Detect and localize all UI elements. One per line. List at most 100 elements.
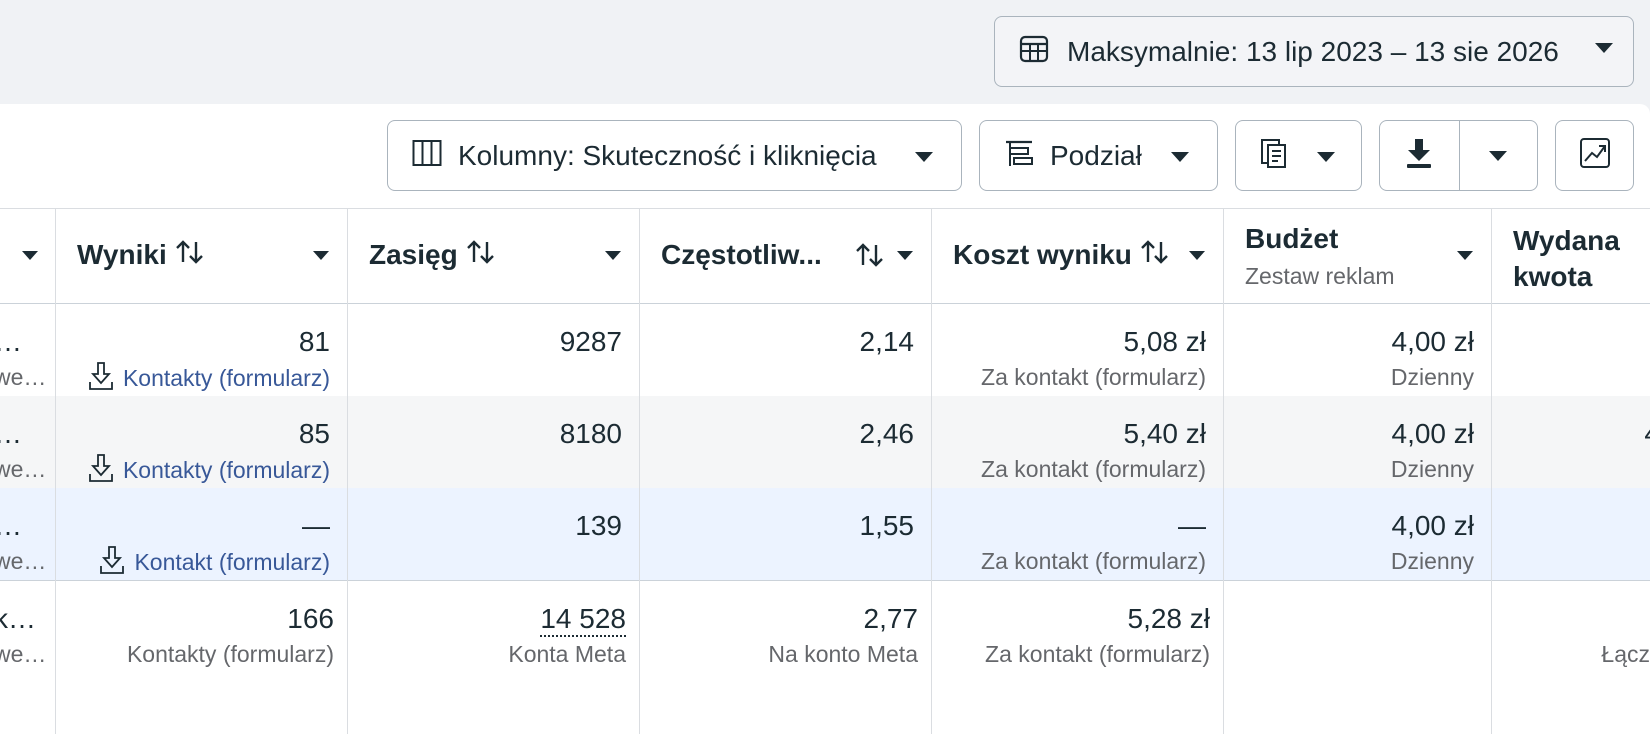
chevron-down-icon[interactable]: [1457, 251, 1473, 260]
table-row[interactable]: … we… 85 Kontakty (formularz) 8180 2,46 …: [0, 396, 1650, 488]
frequency-value: 2,14: [859, 326, 915, 357]
frequency-value: 2,46: [859, 418, 915, 449]
reach-value: 139: [575, 510, 622, 541]
breakdown-label: Podział: [1050, 139, 1142, 171]
export-button[interactable]: [1380, 121, 1459, 190]
chevron-down-icon[interactable]: [22, 251, 38, 260]
header-subtitle: Zestaw reklam: [1245, 263, 1395, 289]
chart-icon: [1579, 137, 1611, 174]
sort-icon[interactable]: [466, 239, 496, 272]
campaign-name[interactable]: …: [0, 326, 22, 358]
sort-icon[interactable]: [1140, 239, 1170, 272]
results-value: 85: [298, 418, 330, 449]
total-frequency-sub: Na konto Meta: [768, 641, 918, 667]
chevron-down-icon[interactable]: [313, 251, 329, 260]
breakdown-icon: [1004, 138, 1034, 173]
results-type-link[interactable]: Kontakty (formularz): [123, 365, 330, 392]
cost-sub: Za kontakt (formularz): [981, 548, 1206, 574]
sort-icon[interactable]: [855, 242, 885, 273]
header-name-col[interactable]: [0, 209, 55, 305]
campaign-status: we…: [0, 364, 47, 390]
spent-value: 4: [1644, 418, 1650, 450]
reports-icon: [1258, 137, 1290, 174]
column-divider[interactable]: [347, 208, 348, 734]
budget-value: 4,00 zł: [1391, 510, 1475, 541]
sort-icon[interactable]: [175, 239, 205, 272]
total-spent-sub: Łącz: [1601, 641, 1650, 667]
breakdown-button[interactable]: Podział: [979, 120, 1218, 191]
results-value: 81: [298, 326, 330, 357]
total-reach-value[interactable]: 14 528: [540, 603, 626, 637]
header-zasieg[interactable]: Zasięg: [347, 209, 639, 305]
campaign-name[interactable]: …: [0, 418, 22, 450]
form-download-icon: [87, 452, 115, 489]
column-divider[interactable]: [1223, 208, 1224, 734]
total-cost-value: 5,28 zł: [1127, 603, 1211, 634]
results-type-link[interactable]: Kontakt (formularz): [134, 549, 330, 576]
header-koszt[interactable]: Koszt wyniku: [931, 209, 1223, 305]
budget-value: 4,00 zł: [1391, 326, 1475, 357]
table-row[interactable]: … we… 81 Kontakty (formularz) 9287 2,14 …: [0, 304, 1650, 396]
total-results-value: 166: [287, 603, 334, 634]
ads-table: Wyniki Zasięg Częstotliw... Koszt wyniku…: [0, 208, 1650, 734]
table-row[interactable]: … we… — Kontakt (formularz) 139 1,55 — Z…: [0, 488, 1650, 580]
reach-value: 8180: [559, 418, 622, 449]
results-value: —: [302, 510, 330, 541]
budget-value: 4,00 zł: [1391, 418, 1475, 449]
column-divider[interactable]: [1491, 208, 1492, 734]
cost-value: 5,40 zł: [1123, 418, 1207, 449]
total-cost-sub: Za kontakt (formularz): [985, 641, 1210, 667]
chevron-down-icon: [1595, 43, 1613, 53]
chevron-down-icon[interactable]: [605, 251, 621, 260]
campaign-name[interactable]: …: [0, 510, 22, 542]
header-title: Budżet: [1245, 223, 1339, 254]
cost-sub: Za kontakt (formularz): [981, 364, 1206, 390]
cost-value: —: [1178, 510, 1206, 541]
chevron-down-icon: [1489, 150, 1508, 161]
column-divider[interactable]: [931, 208, 932, 734]
header-title: Koszt wyniku: [953, 239, 1132, 270]
budget-sub: Dzienny: [1390, 456, 1474, 482]
chevron-down-icon: [915, 152, 933, 162]
frequency-value: 1,55: [859, 510, 915, 541]
cost-sub: Za kontakt (formularz): [981, 456, 1206, 482]
columns-label: Kolumny: Skuteczność i kliknięcia: [458, 139, 877, 171]
reports-button[interactable]: [1235, 120, 1362, 191]
budget-sub: Dzienny: [1390, 548, 1474, 574]
total-reach-sub: Konta Meta: [508, 641, 626, 667]
cost-value: 5,08 zł: [1123, 326, 1207, 357]
campaign-status: we…: [0, 456, 47, 482]
download-icon: [1404, 137, 1434, 174]
header-title: Zasięg: [369, 239, 458, 270]
header-czestotliwosc[interactable]: Częstotliw...: [639, 209, 931, 305]
header-title: Częstotliw...: [661, 239, 822, 270]
date-range-label: Maksymalnie: 13 lip 2023 – 13 sie 2026: [1067, 35, 1559, 67]
campaign-status: we…: [0, 548, 47, 574]
export-options-button[interactable]: [1458, 121, 1538, 190]
total-frequency-value: 2,77: [863, 603, 919, 634]
form-download-icon: [98, 544, 126, 581]
chevron-down-icon: [1171, 152, 1189, 162]
form-download-icon: [87, 360, 115, 397]
chevron-down-icon: [1317, 152, 1335, 162]
header-wydana[interactable]: Wydana kwota: [1491, 209, 1650, 305]
table-header: Wyniki Zasięg Częstotliw... Koszt wyniku…: [0, 208, 1650, 304]
columns-button[interactable]: Kolumny: Skuteczność i kliknięcia: [387, 120, 962, 191]
totals-name-sub: we…: [0, 641, 47, 667]
header-title: Wyniki: [77, 239, 167, 270]
chevron-down-icon[interactable]: [897, 251, 913, 260]
column-divider[interactable]: [55, 208, 56, 734]
date-range-button[interactable]: Maksymalnie: 13 lip 2023 – 13 sie 2026: [994, 16, 1634, 87]
table-calendar-icon: [1019, 34, 1049, 69]
chevron-down-icon[interactable]: [1189, 251, 1205, 260]
reach-value: 9287: [559, 326, 622, 357]
totals-name: k…: [0, 603, 36, 634]
header-budzet[interactable]: Budżet Zestaw reklam: [1223, 209, 1491, 305]
header-title: Wydana kwota: [1513, 225, 1620, 292]
header-wyniki[interactable]: Wyniki: [55, 209, 347, 305]
budget-sub: Dzienny: [1390, 364, 1474, 390]
chart-button[interactable]: [1555, 120, 1634, 191]
total-results-sub: Kontakty (formularz): [126, 641, 334, 667]
column-divider[interactable]: [639, 208, 640, 734]
results-type-link[interactable]: Kontakty (formularz): [123, 457, 330, 484]
